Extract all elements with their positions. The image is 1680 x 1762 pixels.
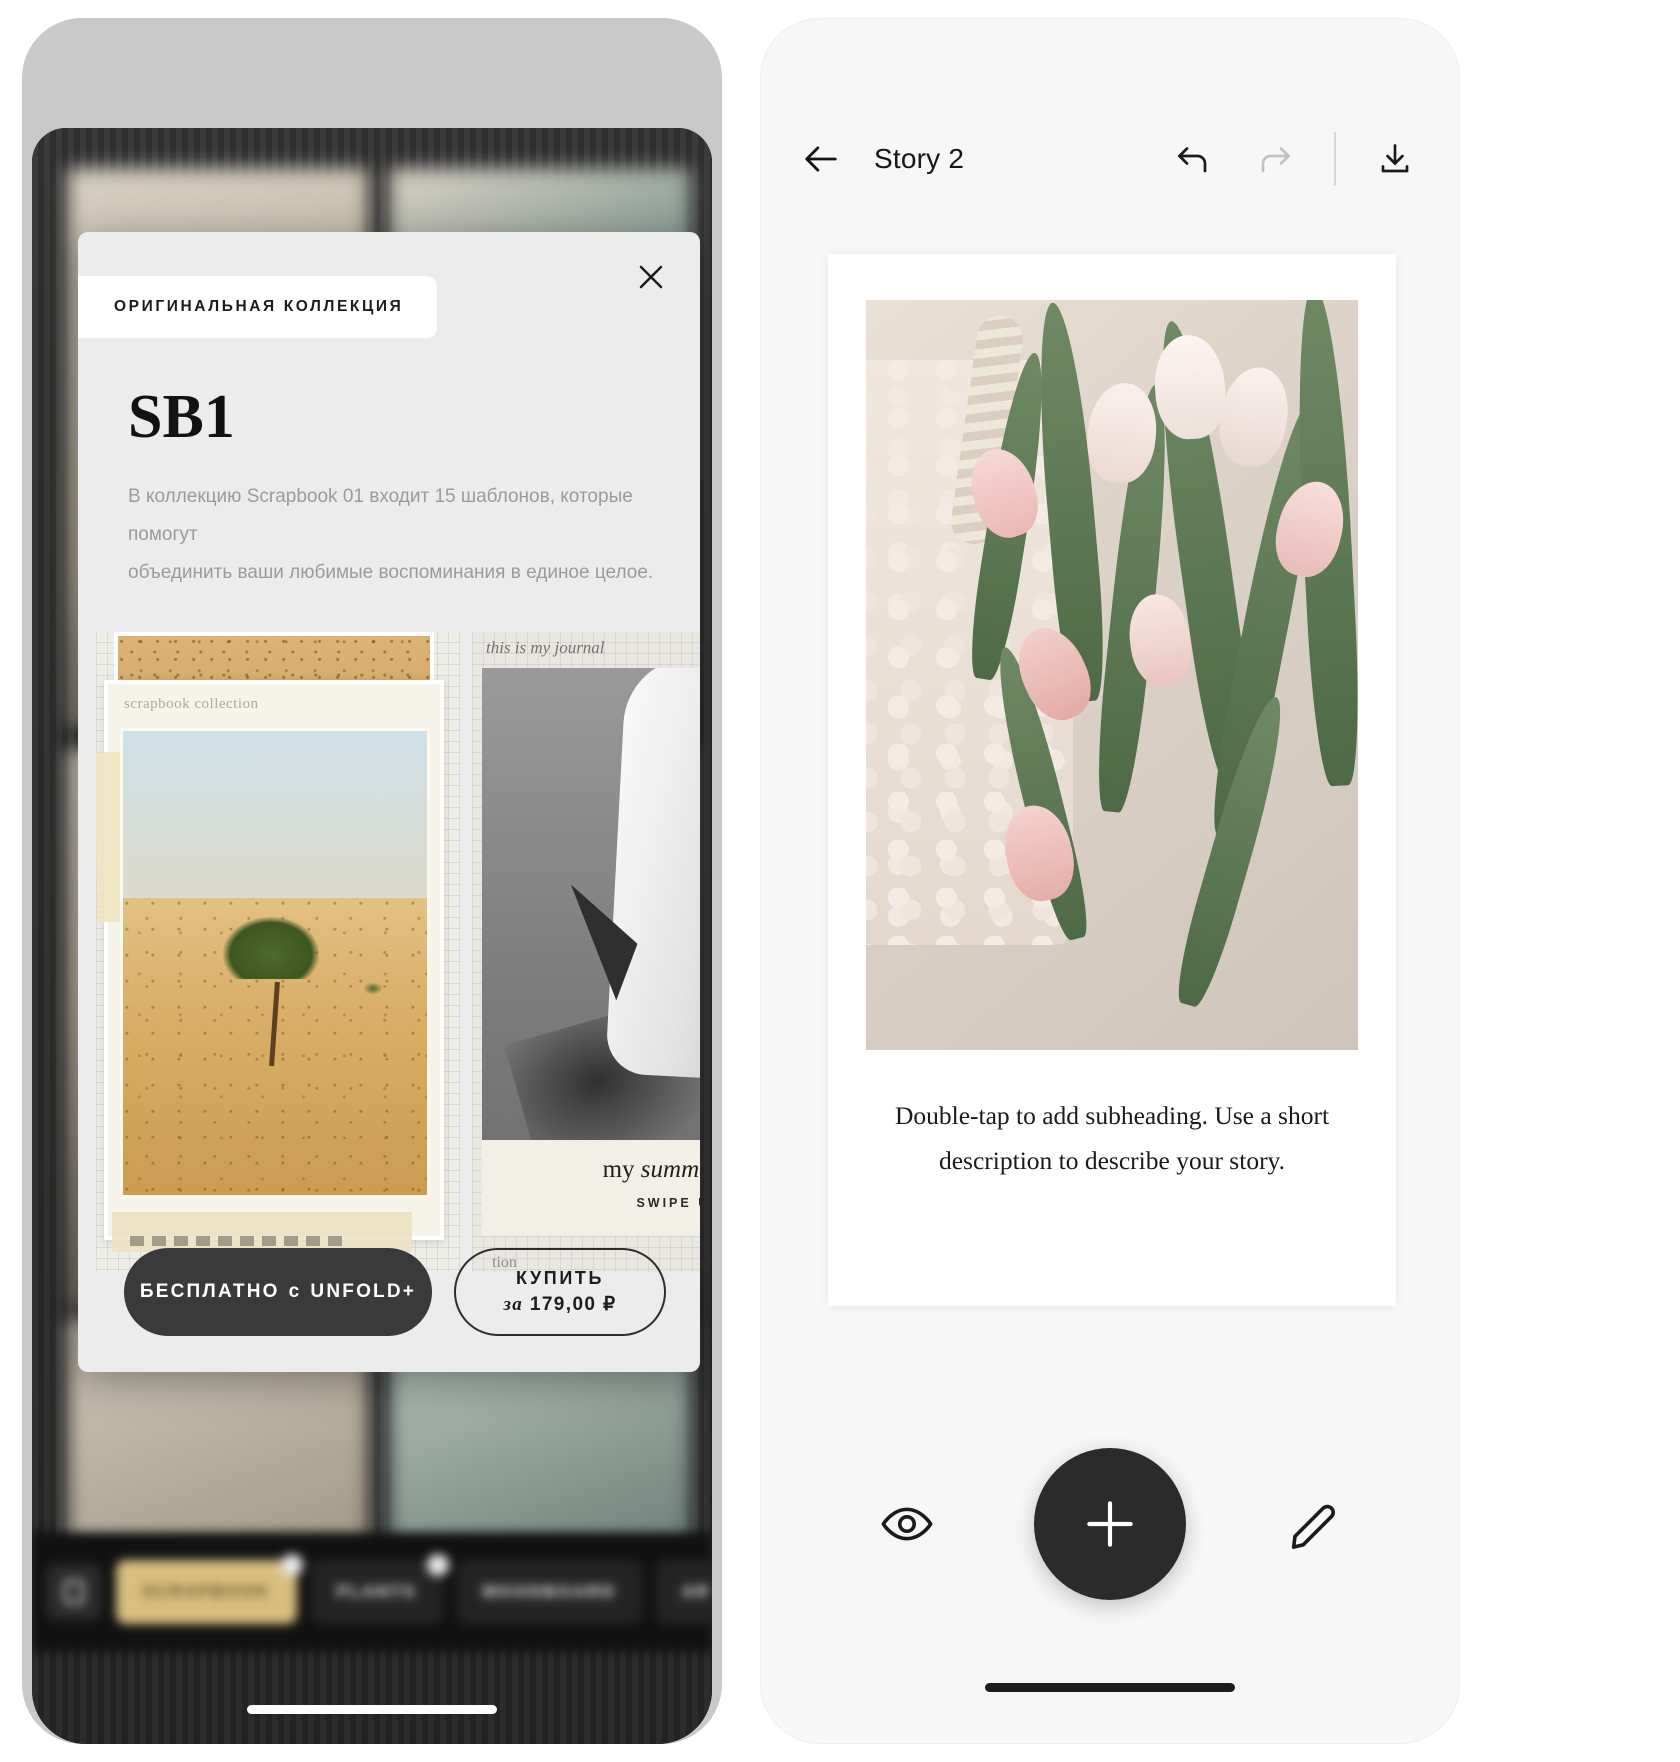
- free-with-unfold-plus-button[interactable]: БЕСПЛАТНО с UNFOLD+: [124, 1248, 432, 1336]
- bottom-tape-strip: [112, 1212, 412, 1252]
- caption-main: my summer tra: [482, 1156, 700, 1184]
- distant-tree-shape: [363, 981, 384, 995]
- tulip-bloom: [1212, 362, 1295, 473]
- description-line-1: В коллекцию Scrapbook 01 входит 15 шабло…: [128, 486, 633, 545]
- tab-moodboard[interactable]: MOODBOARD: [456, 1560, 642, 1624]
- home-indicator: [985, 1683, 1235, 1692]
- editor-header: Story 2: [760, 114, 1460, 204]
- surfboard-shape: [605, 668, 700, 1081]
- tab-label: MOODBOARD: [482, 1582, 616, 1601]
- tab-label: AR: [681, 1582, 711, 1601]
- tab-scrapbook[interactable]: SCRAPBOOK: [116, 1554, 303, 1624]
- right-phone-frame: Story 2 Double-tap to add subheading. Us…: [760, 18, 1460, 1744]
- tab-plants[interactable]: PLANTS: [310, 1554, 449, 1624]
- modal-action-row: БЕСПЛАТНО с UNFOLD+ КУПИТЬ за 179,00 ₽: [124, 1248, 666, 1336]
- story-canvas[interactable]: Double-tap to add subheading. Use a shor…: [828, 254, 1396, 1306]
- buy-price-line: за 179,00 ₽: [503, 1291, 616, 1319]
- pencil-icon[interactable]: [1276, 1487, 1350, 1561]
- template-caption-block: my summer tra SWIPE UP: [482, 1140, 700, 1236]
- note-label: scrapbook collection: [124, 696, 259, 712]
- buy-price-prefix: за: [503, 1294, 524, 1316]
- collection-description: В коллекцию Scrapbook 01 входит 15 шабло…: [128, 478, 658, 592]
- buy-button[interactable]: КУПИТЬ за 179,00 ₽: [454, 1248, 666, 1336]
- desert-tree-photo: [120, 728, 430, 1198]
- template-preview-card[interactable]: scrapbook collection: [96, 632, 460, 1272]
- buy-price-value: 179,00 ₽: [529, 1294, 617, 1316]
- undo-icon[interactable]: [1170, 136, 1216, 182]
- screenshot-root: ОРИГИНАЛЬНАЯ КОЛЛЕКЦИЯ SB1 В коллекцию S…: [0, 0, 1680, 1762]
- collection-tabbar[interactable]: SCRAPBOOK PLANTS MOODBOARD AR: [32, 1532, 712, 1652]
- handwriting-scribble: [130, 1236, 350, 1246]
- plus-icon: [1087, 1501, 1133, 1547]
- caption-sub: SWIPE UP: [636, 1196, 700, 1210]
- collection-detail-modal: ОРИГИНАЛЬНАЯ КОЛЛЕКЦИЯ SB1 В коллекцию S…: [78, 232, 700, 1372]
- template-preview-carousel[interactable]: scrapbook collection this is my journal …: [96, 632, 700, 1272]
- left-phone-frame: ОРИГИНАЛЬНАЯ КОЛЛЕКЦИЯ SB1 В коллекцию S…: [22, 18, 722, 1744]
- unfold-plus-label: UNFOLD+: [310, 1281, 417, 1302]
- tab-ar[interactable]: AR: [655, 1560, 712, 1624]
- page-title: Story 2: [874, 143, 965, 174]
- editor-tools: [1170, 132, 1418, 186]
- arrow-left-icon[interactable]: [802, 134, 852, 184]
- buy-label: КУПИТЬ: [515, 1268, 605, 1289]
- close-icon[interactable]: [630, 256, 672, 298]
- tab-label: PLANTS: [336, 1582, 417, 1601]
- caption-italic: summer tra: [640, 1156, 700, 1183]
- sky-region: [123, 731, 427, 917]
- pink-tulips-photo[interactable]: [866, 300, 1358, 1050]
- download-icon[interactable]: [1372, 136, 1418, 182]
- description-line-2: объединить ваши любимые воспоминания в е…: [128, 562, 654, 583]
- redo-icon[interactable]: [1252, 136, 1298, 182]
- story-caption[interactable]: Double-tap to add subheading. Use a shor…: [882, 1094, 1342, 1183]
- free-conjunction: с: [288, 1281, 302, 1302]
- collection-badge: ОРИГИНАЛЬНАЯ КОЛЛЕКЦИЯ: [78, 276, 438, 338]
- toolbar-divider: [1334, 132, 1336, 186]
- caption-plain: my: [602, 1156, 641, 1183]
- template-preview-card[interactable]: this is my journal my summer tra SWIPE U…: [472, 632, 700, 1272]
- home-indicator: [247, 1705, 497, 1714]
- tab-badge-dot: [426, 1554, 449, 1576]
- tab-badge-dot: [280, 1554, 303, 1576]
- tulip-bouquet-shapes: [960, 300, 1358, 1050]
- left-phone-screen: ОРИГИНАЛЬНАЯ КОЛЛЕКЦИЯ SB1 В коллекцию S…: [32, 128, 712, 1744]
- free-label: БЕСПЛАТНО: [139, 1281, 280, 1302]
- tab-label: SCRAPBOOK: [142, 1582, 271, 1601]
- add-button[interactable]: [1034, 1448, 1186, 1600]
- caption-line-1: Double-tap to add subheading. Use a shor…: [894, 1101, 1330, 1130]
- collection-title: SB1: [128, 383, 235, 451]
- caption-line-2: description to describe your story.: [938, 1145, 1286, 1175]
- lock-icon[interactable]: [46, 1564, 102, 1620]
- handwritten-note: this is my journal: [486, 638, 605, 657]
- eye-icon[interactable]: [870, 1487, 944, 1561]
- editor-bottom-bar: [760, 1434, 1460, 1614]
- tree-canopy-shape: [223, 916, 320, 979]
